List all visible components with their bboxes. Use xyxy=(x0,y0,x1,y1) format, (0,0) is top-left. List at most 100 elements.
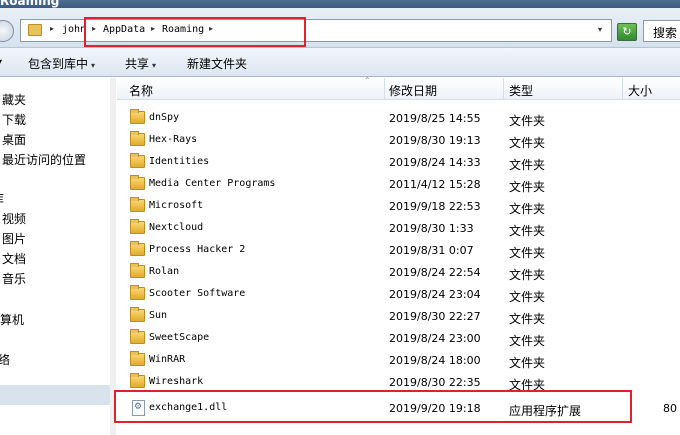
include-library-button[interactable]: 包含到库中 ▾ xyxy=(28,55,95,72)
share-label: 共享 xyxy=(125,57,150,71)
chevron-down-icon: ▾ xyxy=(91,61,96,70)
file-type: 文件夹 xyxy=(509,158,546,172)
file-type: 文件夹 xyxy=(509,202,546,216)
file-name: Wireshark xyxy=(149,376,204,387)
file-type: 文件夹 xyxy=(509,290,546,304)
file-date: 2019/8/30 19:13 xyxy=(389,134,481,147)
chevron-right-icon[interactable]: ▸ xyxy=(50,24,54,33)
sidebar-item-libraries[interactable]: 库 xyxy=(0,190,4,207)
chevron-down-icon: ▾ xyxy=(152,61,157,70)
column-divider[interactable] xyxy=(622,78,623,100)
file-type: 文件夹 xyxy=(509,246,546,260)
file-row[interactable]: Nextcloud 2019/8/30 1:33 文件夹 xyxy=(117,218,680,240)
file-name: Nextcloud xyxy=(149,222,204,233)
file-row[interactable]: SweetScape 2019/8/24 23:00 文件夹 xyxy=(117,328,680,350)
file-name: dnSpy xyxy=(149,112,180,123)
column-name[interactable]: 名称 xyxy=(129,82,153,99)
file-row[interactable]: dnSpy 2019/8/25 14:55 文件夹 xyxy=(117,108,680,130)
refresh-button[interactable]: ↻ xyxy=(617,23,637,41)
back-button[interactable] xyxy=(0,20,14,42)
file-row[interactable]: WinRAR 2019/8/24 18:00 文件夹 xyxy=(117,350,680,372)
share-button[interactable]: 共享 ▾ xyxy=(125,55,156,72)
file-row[interactable]: Process Hacker 2 2019/8/31 0:07 文件夹 xyxy=(117,240,680,262)
file-date: 2019/8/31 0:07 xyxy=(389,244,474,257)
new-folder-button[interactable]: 新建文件夹 xyxy=(187,55,247,72)
file-date: 2011/4/12 15:28 xyxy=(389,178,481,191)
file-row[interactable]: Identities 2019/8/24 14:33 文件夹 xyxy=(117,152,680,174)
file-name: SweetScape xyxy=(149,332,210,343)
sidebar-item-network[interactable]: 络 xyxy=(0,351,10,368)
file-name: WinRAR xyxy=(149,354,186,365)
search-input[interactable]: 搜索 xyxy=(643,20,680,42)
folder-icon xyxy=(130,197,145,212)
sidebar-item-recent[interactable]: 最近访问的位置 xyxy=(2,151,86,168)
folder-icon xyxy=(130,263,145,278)
sidebar-scrollbar[interactable] xyxy=(110,78,116,435)
file-date: 2019/8/30 22:35 xyxy=(389,376,481,389)
file-row[interactable]: Microsoft 2019/9/18 22:53 文件夹 xyxy=(117,196,680,218)
file-date: 2019/8/30 1:33 xyxy=(389,222,474,235)
file-row[interactable]: Sun 2019/8/30 22:27 文件夹 xyxy=(117,306,680,328)
folder-icon xyxy=(130,285,145,300)
navigation-pane: 藏夹 下载 桌面 最近访问的位置 库 视频 图片 文档 音乐 计算机 络 xyxy=(0,78,112,435)
column-type[interactable]: 类型 xyxy=(509,82,533,99)
breadcrumb-john[interactable]: john xyxy=(62,24,86,35)
file-name: Hex-Rays xyxy=(149,134,198,145)
folder-icon xyxy=(130,351,145,366)
address-dropdown-icon[interactable]: ▾ xyxy=(598,25,602,34)
organize-dropdown-icon[interactable]: ▾ xyxy=(0,55,2,69)
column-date[interactable]: 修改日期 xyxy=(389,82,437,99)
folder-icon xyxy=(130,241,145,256)
file-row[interactable]: Media Center Programs 2011/4/12 15:28 文件夹 xyxy=(117,174,680,196)
folder-icon xyxy=(130,109,145,124)
file-name: Sun xyxy=(149,310,168,321)
sidebar-item-desktop[interactable]: 桌面 xyxy=(2,131,26,148)
command-bar: ▾ 包含到库中▾ 共享▾ 新建文件夹 xyxy=(0,48,680,77)
column-divider[interactable] xyxy=(384,78,385,100)
sort-up-icon: ⌃ xyxy=(364,76,371,85)
sidebar-item-computer[interactable]: 计算机 xyxy=(0,311,24,328)
file-date: 2019/8/24 23:04 xyxy=(389,288,481,301)
file-type: 文件夹 xyxy=(509,268,546,282)
sidebar-item-videos[interactable]: 视频 xyxy=(2,210,26,227)
file-type: 文件夹 xyxy=(509,312,546,326)
file-row[interactable]: Hex-Rays 2019/8/30 19:13 文件夹 xyxy=(117,130,680,152)
file-row[interactable]: Rolan 2019/8/24 22:54 文件夹 xyxy=(117,262,680,284)
address-highlight-box xyxy=(84,17,306,47)
file-type: 文件夹 xyxy=(509,136,546,150)
sidebar-item-favorites[interactable]: 藏夹 xyxy=(2,91,26,108)
file-date: 2019/8/30 22:27 xyxy=(389,310,481,323)
file-type: 文件夹 xyxy=(509,224,546,238)
file-date: 2019/8/25 14:55 xyxy=(389,112,481,125)
file-type: 文件夹 xyxy=(509,356,546,370)
file-name: Rolan xyxy=(149,266,180,277)
file-name: Scooter Software xyxy=(149,288,246,299)
file-name: Media Center Programs xyxy=(149,178,276,189)
sidebar-item-pictures[interactable]: 图片 xyxy=(2,230,26,247)
folder-icon xyxy=(130,329,145,344)
folder-icon xyxy=(130,219,145,234)
file-highlight-box xyxy=(114,390,632,423)
folder-icon xyxy=(130,373,145,388)
folder-icon xyxy=(28,24,42,36)
file-name: Microsoft xyxy=(149,200,204,211)
folder-icon xyxy=(130,153,145,168)
file-type: 文件夹 xyxy=(509,114,546,128)
title-bar: Roaming xyxy=(0,0,680,8)
folder-icon xyxy=(130,307,145,322)
file-date: 2019/9/18 22:53 xyxy=(389,200,481,213)
file-date: 2019/8/24 23:00 xyxy=(389,332,481,345)
sidebar-item-music[interactable]: 音乐 xyxy=(2,270,26,287)
sidebar-item-documents[interactable]: 文档 xyxy=(2,250,26,267)
file-type: 文件夹 xyxy=(509,334,546,348)
sidebar-item-downloads[interactable]: 下载 xyxy=(2,111,26,128)
file-size: 80 xyxy=(663,402,677,415)
column-size[interactable]: 大小 xyxy=(628,82,652,99)
folder-icon xyxy=(130,131,145,146)
file-type: 文件夹 xyxy=(509,180,546,194)
include-library-label: 包含到库中 xyxy=(28,57,89,71)
file-date: 2019/8/24 22:54 xyxy=(389,266,481,279)
column-header: ⌃ 名称 修改日期 类型 大小 xyxy=(117,76,680,100)
file-row[interactable]: Scooter Software 2019/8/24 23:04 文件夹 xyxy=(117,284,680,306)
column-divider[interactable] xyxy=(503,78,504,100)
